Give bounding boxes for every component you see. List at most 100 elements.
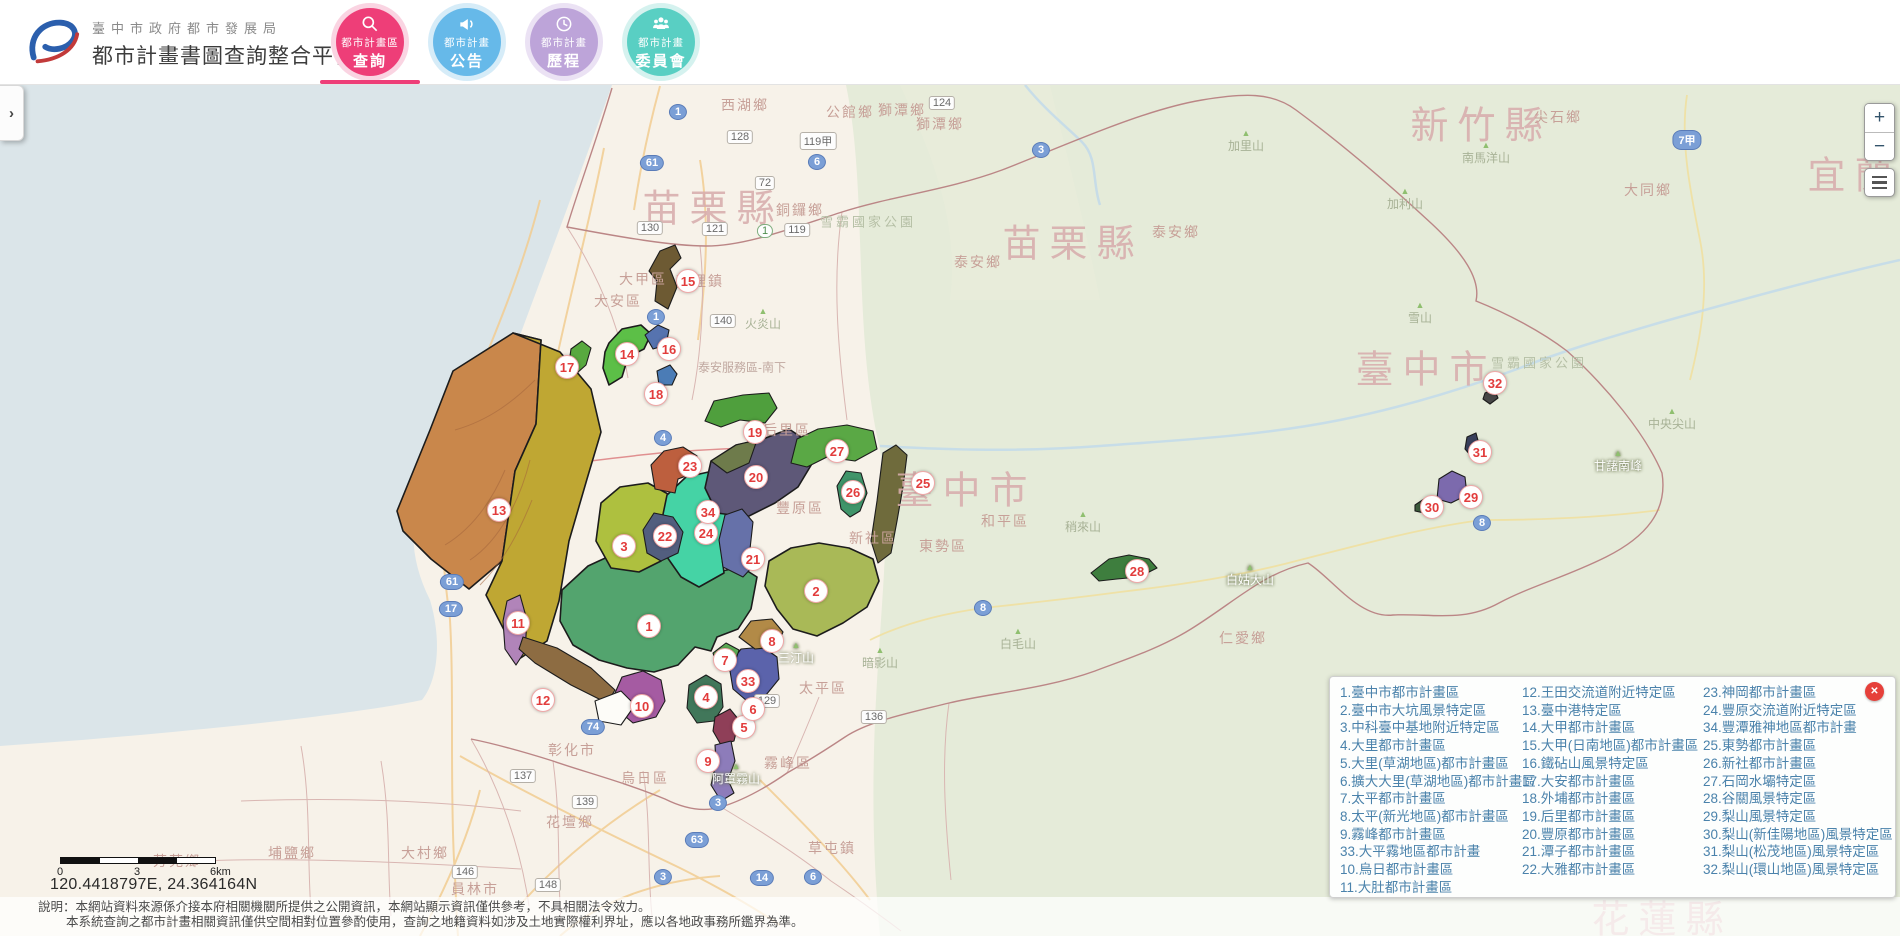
legend-item-link[interactable]: 13.臺中港特定區 — [1522, 702, 1703, 720]
app-root: 苗栗縣苗栗縣新竹縣臺中市臺中市宜蘭縣花蓮縣西湖鄉公館鄉獅潭鄉獅潭鄉泰安鄉泰安鄉銅… — [0, 0, 1900, 936]
zoom-out-button[interactable]: − — [1865, 132, 1894, 160]
legend-item-link[interactable]: 16.鐵砧山風景特定區 — [1522, 755, 1703, 773]
legend-item-link[interactable]: 33.大平霧地區都市計畫 — [1340, 843, 1522, 861]
bureau-logo-icon — [22, 13, 84, 71]
map-area-marker-25[interactable]: 25 — [911, 471, 935, 495]
legend-item-link[interactable]: 18.外埔都市計畫區 — [1522, 790, 1703, 808]
platform-title: 都市計畫書圖查詢整合平台 — [92, 40, 356, 70]
map-area-marker-10[interactable]: 10 — [630, 694, 654, 718]
legend-item-link[interactable]: 19.后里都市計畫區 — [1522, 808, 1703, 826]
nav-label-line1: 都市計畫 — [638, 35, 684, 50]
map-area-marker-24[interactable]: 24 — [694, 521, 718, 545]
map-area-marker-6[interactable]: 6 — [741, 697, 765, 721]
legend-item-link[interactable]: 15.大甲(日南地區)都市計畫區 — [1522, 737, 1703, 755]
nav-label-line2: 查詢 — [353, 50, 387, 71]
megaphone-icon — [457, 14, 477, 34]
header: 臺中市政府都市發展局 都市計畫書圖查詢整合平台 都市計畫區 查詢 — [0, 0, 1900, 85]
nav-plan-area-query[interactable]: 都市計畫區 查詢 — [330, 1, 410, 83]
nav-plan-committee[interactable]: 都市計畫 委員會 — [621, 1, 701, 83]
nav-label-line2: 委員會 — [635, 50, 686, 71]
map-area-marker-29[interactable]: 29 — [1459, 485, 1483, 509]
legend-item-link[interactable]: 24.豐原交流道附近特定區 — [1703, 702, 1885, 720]
legend-item-link[interactable]: 11.大肚都市計畫區 — [1340, 879, 1522, 897]
map-area-marker-12[interactable]: 12 — [531, 688, 555, 712]
legend-item-link[interactable]: 20.豐原都市計畫區 — [1522, 826, 1703, 844]
nav-label-line2: 歷程 — [547, 50, 581, 71]
layers-menu-button[interactable] — [1864, 168, 1895, 197]
nav-halo: 都市計畫 歷程 — [525, 3, 603, 81]
map-area-marker-4[interactable]: 4 — [694, 685, 718, 709]
agency-name: 臺中市政府都市發展局 — [92, 18, 356, 37]
main-nav: 都市計畫區 查詢 都市計畫 公告 — [330, 1, 701, 83]
legend-item-link[interactable]: 7.太平都市計畫區 — [1340, 790, 1522, 808]
map-area-marker-18[interactable]: 18 — [644, 382, 668, 406]
legend-item-link[interactable]: 8.太平(新光地區)都市計畫區 — [1340, 808, 1522, 826]
map-area-marker-9[interactable]: 9 — [696, 749, 720, 773]
cursor-coordinates: 120.4418797E, 24.364164N — [50, 876, 257, 894]
legend-item-link[interactable]: 25.東勢都市計畫區 — [1703, 737, 1885, 755]
nav-label-line1: 都市計畫 — [444, 35, 490, 50]
map-area-marker-13[interactable]: 13 — [487, 498, 511, 522]
legend-item-link[interactable]: 4.大里都市計畫區 — [1340, 737, 1522, 755]
legend-item-link[interactable]: 17.大安都市計畫區 — [1522, 773, 1703, 791]
map-area-marker-7[interactable]: 7 — [713, 648, 737, 672]
map-area-marker-33[interactable]: 33 — [736, 669, 760, 693]
legend-item-link[interactable]: 23.神岡都市計畫區 — [1703, 684, 1885, 702]
nav-halo: 都市計畫 委員會 — [622, 3, 700, 81]
legend-item-link[interactable]: 29.梨山風景特定區 — [1703, 808, 1885, 826]
map-area-marker-11[interactable]: 11 — [506, 611, 530, 635]
map-area-marker-2[interactable]: 2 — [804, 579, 828, 603]
legend-item-link[interactable]: 6.擴大大里(草湖地區)都市計畫區 — [1340, 773, 1522, 791]
legend-item-link[interactable]: 1.臺中市都市計畫區 — [1340, 684, 1522, 702]
map-area-marker-32[interactable]: 32 — [1483, 371, 1507, 395]
sidebar-expand-button[interactable]: › — [0, 85, 24, 141]
legend-column-2: 12.王田交流道附近特定區13.臺中港特定區14.大甲都市計畫區15.大甲(日南… — [1522, 684, 1703, 896]
zoom-controls: + − — [1864, 103, 1895, 161]
map-area-marker-28[interactable]: 28 — [1125, 559, 1149, 583]
map-area-marker-31[interactable]: 31 — [1468, 440, 1492, 464]
nav-plan-history[interactable]: 都市計畫 歷程 — [524, 1, 604, 83]
map-area-marker-30[interactable]: 30 — [1420, 495, 1444, 519]
map-area-marker-14[interactable]: 14 — [615, 342, 639, 366]
map-area-marker-1[interactable]: 1 — [637, 614, 661, 638]
plan-area-legend-panel: 1.臺中市都市計畫區2.臺中市大坑風景特定區3.中科臺中基地附近特定區4.大里都… — [1329, 676, 1896, 898]
nav-halo: 都市計畫區 查詢 — [331, 3, 409, 81]
map-area-marker-27[interactable]: 27 — [825, 439, 849, 463]
nav-halo: 都市計畫 公告 — [428, 3, 506, 81]
legend-item-link[interactable]: 21.潭子都市計畫區 — [1522, 843, 1703, 861]
zoom-in-button[interactable]: + — [1865, 104, 1894, 132]
legend-item-link[interactable]: 26.新社都市計畫區 — [1703, 755, 1885, 773]
site-title-block: 臺中市政府都市發展局 都市計畫書圖查詢整合平台 — [92, 18, 356, 70]
map-area-marker-16[interactable]: 16 — [657, 337, 681, 361]
plus-icon: + — [1874, 107, 1885, 129]
map-area-marker-34[interactable]: 34 — [696, 500, 720, 524]
map-area-marker-26[interactable]: 26 — [841, 480, 865, 504]
map-area-marker-23[interactable]: 23 — [678, 454, 702, 478]
legend-item-link[interactable]: 22.大雅都市計畫區 — [1522, 861, 1703, 879]
legend-item-link[interactable]: 12.王田交流道附近特定區 — [1522, 684, 1703, 702]
legend-columns: 1.臺中市都市計畫區2.臺中市大坑風景特定區3.中科臺中基地附近特定區4.大里都… — [1340, 684, 1885, 896]
legend-item-link[interactable]: 9.霧峰都市計畫區 — [1340, 826, 1522, 844]
legend-item-link[interactable]: 30.梨山(新佳陽地區)風景特定區 — [1703, 826, 1885, 844]
legend-close-button[interactable]: ✕ — [1865, 682, 1884, 701]
map-area-marker-22[interactable]: 22 — [653, 524, 677, 548]
disclaimer-line1: 說明：本網站資料來源係介接本府相關機關所提供之公開資訊，本網站顯示資訊僅供參考，… — [38, 900, 1900, 915]
map-area-marker-21[interactable]: 21 — [741, 547, 765, 571]
map-area-marker-17[interactable]: 17 — [555, 355, 579, 379]
legend-item-link[interactable]: 3.中科臺中基地附近特定區 — [1340, 719, 1522, 737]
legend-item-link[interactable]: 34.豐潭雅神地區都市計畫 — [1703, 719, 1885, 737]
map-area-marker-8[interactable]: 8 — [760, 629, 784, 653]
map-area-marker-20[interactable]: 20 — [744, 465, 768, 489]
nav-plan-announcements[interactable]: 都市計畫 公告 — [427, 1, 507, 83]
map-area-marker-15[interactable]: 15 — [676, 269, 700, 293]
legend-item-link[interactable]: 10.烏日都市計畫區 — [1340, 861, 1522, 879]
map-area-marker-3[interactable]: 3 — [612, 534, 636, 558]
legend-item-link[interactable]: 2.臺中市大坑風景特定區 — [1340, 702, 1522, 720]
legend-item-link[interactable]: 27.石岡水壩特定區 — [1703, 773, 1885, 791]
map-area-marker-19[interactable]: 19 — [743, 420, 767, 444]
legend-item-link[interactable]: 31.梨山(松茂地區)風景特定區 — [1703, 843, 1885, 861]
legend-item-link[interactable]: 5.大里(草湖地區)都市計畫區 — [1340, 755, 1522, 773]
legend-item-link[interactable]: 14.大甲都市計畫區 — [1522, 719, 1703, 737]
legend-item-link[interactable]: 32.梨山(環山地區)風景特定區 — [1703, 861, 1885, 879]
legend-item-link[interactable]: 28.谷關風景特定區 — [1703, 790, 1885, 808]
